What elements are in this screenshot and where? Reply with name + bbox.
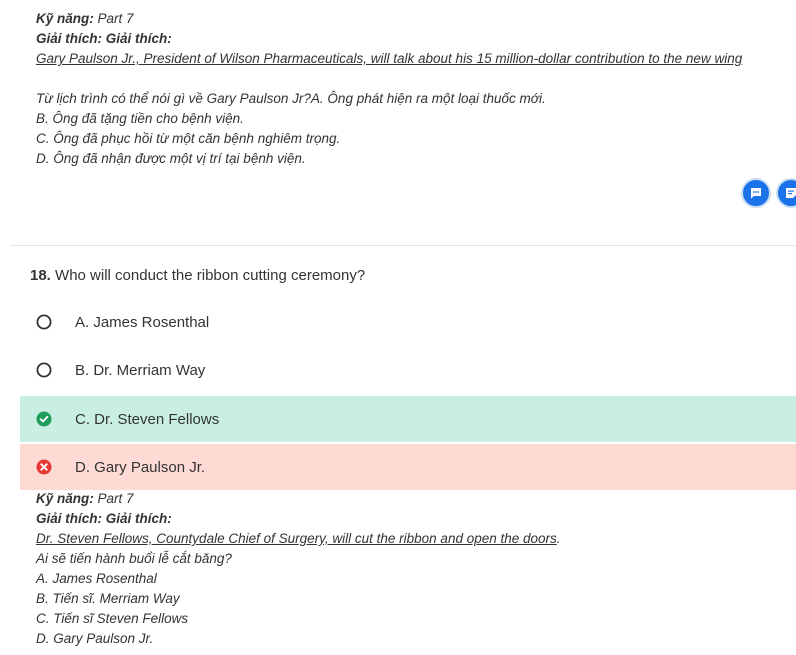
explain-line: D. Ông đã nhận được một vị trí tại bệnh … [36, 151, 306, 166]
explain-line: C. Tiến sĩ Steven Fellows [36, 611, 189, 626]
note-icon [786, 188, 796, 198]
quote-end: . [556, 531, 561, 546]
option-label: D. Gary Paulson Jr. [75, 458, 206, 476]
transcript-quote: Dr. Steven Fellows, Countydale Chief of … [36, 531, 557, 546]
skill-value: Part 7 [97, 11, 134, 26]
section-divider [10, 245, 796, 246]
comment-icon [751, 188, 761, 199]
answer-option-b[interactable]: B. Dr. Merriam Way [20, 347, 796, 393]
radio-unchecked-icon [36, 314, 52, 330]
explain-line: D. Gary Paulson Jr. [36, 631, 154, 646]
explain-label: Giải thích: Giải thích: [36, 511, 172, 526]
explanation: Kỹ năng: Part 7 Giải thích: Giải thích: … [36, 489, 561, 649]
skill-label: Kỹ năng: [36, 491, 94, 506]
explain-line: Từ lịch trình có thể nói gì về Gary Paul… [36, 91, 546, 106]
transcript-quote-row: Dr. Steven Fellows, Countydale Chief of … [36, 529, 561, 549]
check-circle-icon [36, 411, 52, 427]
option-label: A. James Rosenthal [75, 313, 210, 331]
answer-option-d[interactable]: D. Gary Paulson Jr. [20, 444, 796, 490]
skill-row: Kỹ năng: Part 7 [36, 489, 561, 509]
option-label: C. Dr. Steven Fellows [75, 410, 220, 428]
answer-option-a[interactable]: A. James Rosenthal [20, 299, 796, 345]
question-text: 18. Who will conduct the ribbon cutting … [30, 267, 365, 284]
explain-line: B. Tiến sĩ. Merriam Way [36, 591, 180, 606]
option-label: B. Dr. Merriam Way [75, 361, 206, 379]
skill-label: Kỹ năng: [36, 11, 94, 26]
radio-unchecked-icon [36, 362, 52, 378]
answer-option-c[interactable]: C. Dr. Steven Fellows [20, 396, 796, 442]
skill-row: Kỹ năng: Part 7 [36, 9, 742, 29]
note-button[interactable] [776, 178, 796, 208]
transcript-quote: Gary Paulson Jr., President of Wilson Ph… [36, 51, 743, 66]
explain-line: Ai sẽ tiến hành buổi lễ cắt băng? [36, 551, 232, 566]
prev-explanation: Kỹ năng: Part 7 Giải thích: Giải thích: … [36, 9, 742, 169]
explain-label: Giải thích: Giải thích: [36, 31, 172, 46]
skill-value: Part 7 [97, 491, 134, 506]
error-circle-icon [36, 459, 52, 475]
explain-line: A. James Rosenthal [36, 571, 157, 586]
question-prompt: Who will conduct the ribbon cutting cere… [55, 267, 366, 284]
explain-line: C. Ông đã phục hồi từ một căn bệnh nghiê… [36, 131, 341, 146]
explain-line: B. Ông đã tặng tiền cho bệnh viện. [36, 111, 244, 126]
comment-button[interactable] [741, 178, 771, 208]
question-number: 18. [30, 267, 51, 284]
